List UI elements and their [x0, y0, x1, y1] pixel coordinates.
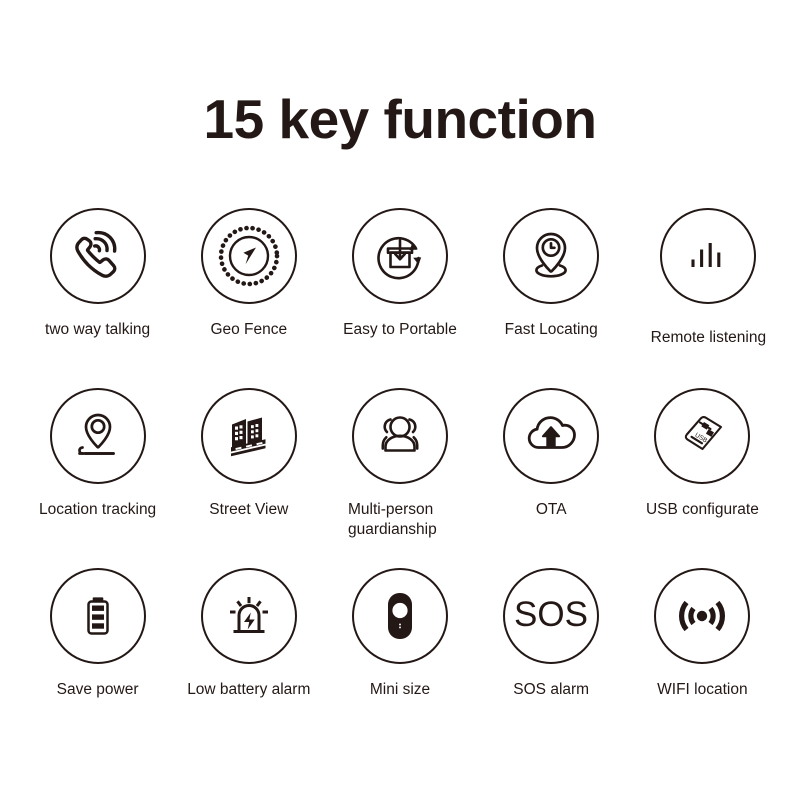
feature-item-ota[interactable]: OTA [476, 388, 627, 568]
feature-grid: two way talking Geo Fence Easy to Portab… [22, 208, 778, 748]
feature-item-mini-size[interactable]: Mini size [324, 568, 475, 748]
feature-label: Save power [56, 681, 139, 698]
feature-poster: 15 key function two way talking Geo Fenc… [0, 0, 800, 800]
feature-item-remote-listening[interactable]: Remote listening [633, 208, 784, 388]
battery-icon [49, 568, 146, 664]
wifi-signal-icon [654, 568, 751, 664]
sos-glyph-text: SOS [514, 595, 588, 634]
feature-item-street-view[interactable]: Street View [173, 388, 324, 568]
phone-call-icon [49, 208, 146, 304]
audio-bars-icon [660, 208, 757, 304]
feature-item-save-power[interactable]: Save power [22, 568, 173, 748]
feature-label: Remote listening [650, 329, 767, 346]
feature-item-low-battery-alarm[interactable]: Low battery alarm [173, 568, 324, 748]
feature-item-multi-person-guardianship[interactable]: Multi-person guardianship [324, 388, 475, 568]
feature-label: Mini size [369, 681, 431, 698]
feature-item-usb-configurate[interactable]: USB USB configurate [627, 388, 778, 568]
pin-clock-icon [503, 208, 600, 304]
feature-label: WIFI location [657, 681, 748, 698]
feature-label: Location tracking [39, 501, 157, 518]
box-download-cycle-icon [351, 208, 448, 304]
compass-fence-icon [200, 208, 297, 304]
feature-label: OTA [535, 501, 567, 518]
people-group-icon [351, 388, 448, 484]
feature-item-location-tracking[interactable]: Location tracking [22, 388, 173, 568]
feature-item-sos-alarm[interactable]: SOS SOS alarm [476, 568, 627, 748]
buildings-road-icon [200, 388, 297, 484]
siren-bolt-icon [200, 568, 297, 664]
usb-dongle-icon: USB [654, 388, 751, 484]
feature-label: Easy to Portable [343, 321, 457, 338]
feature-label: Low battery alarm [187, 681, 311, 698]
feature-item-fast-locating[interactable]: Fast Locating [476, 208, 627, 388]
feature-label: Geo Fence [210, 321, 288, 338]
sos-text-icon: SOS [503, 568, 600, 664]
pin-road-icon [49, 388, 146, 484]
feature-label: Street View [209, 501, 289, 518]
feature-item-two-way-talking[interactable]: two way talking [22, 208, 173, 388]
feature-label: two way talking [45, 321, 151, 338]
page-title: 15 key function [203, 88, 597, 150]
feature-item-geo-fence[interactable]: Geo Fence [173, 208, 324, 388]
feature-label: USB configurate [645, 501, 759, 518]
feature-item-easy-to-portable[interactable]: Easy to Portable [324, 208, 475, 388]
feature-label: Fast Locating [504, 321, 598, 338]
feature-item-wifi-location[interactable]: WIFI location [627, 568, 778, 748]
mini-device-icon [351, 568, 448, 664]
feature-label: Multi-person guardianship [347, 501, 437, 539]
feature-label: SOS alarm [513, 681, 590, 698]
cloud-upload-icon [503, 388, 600, 484]
